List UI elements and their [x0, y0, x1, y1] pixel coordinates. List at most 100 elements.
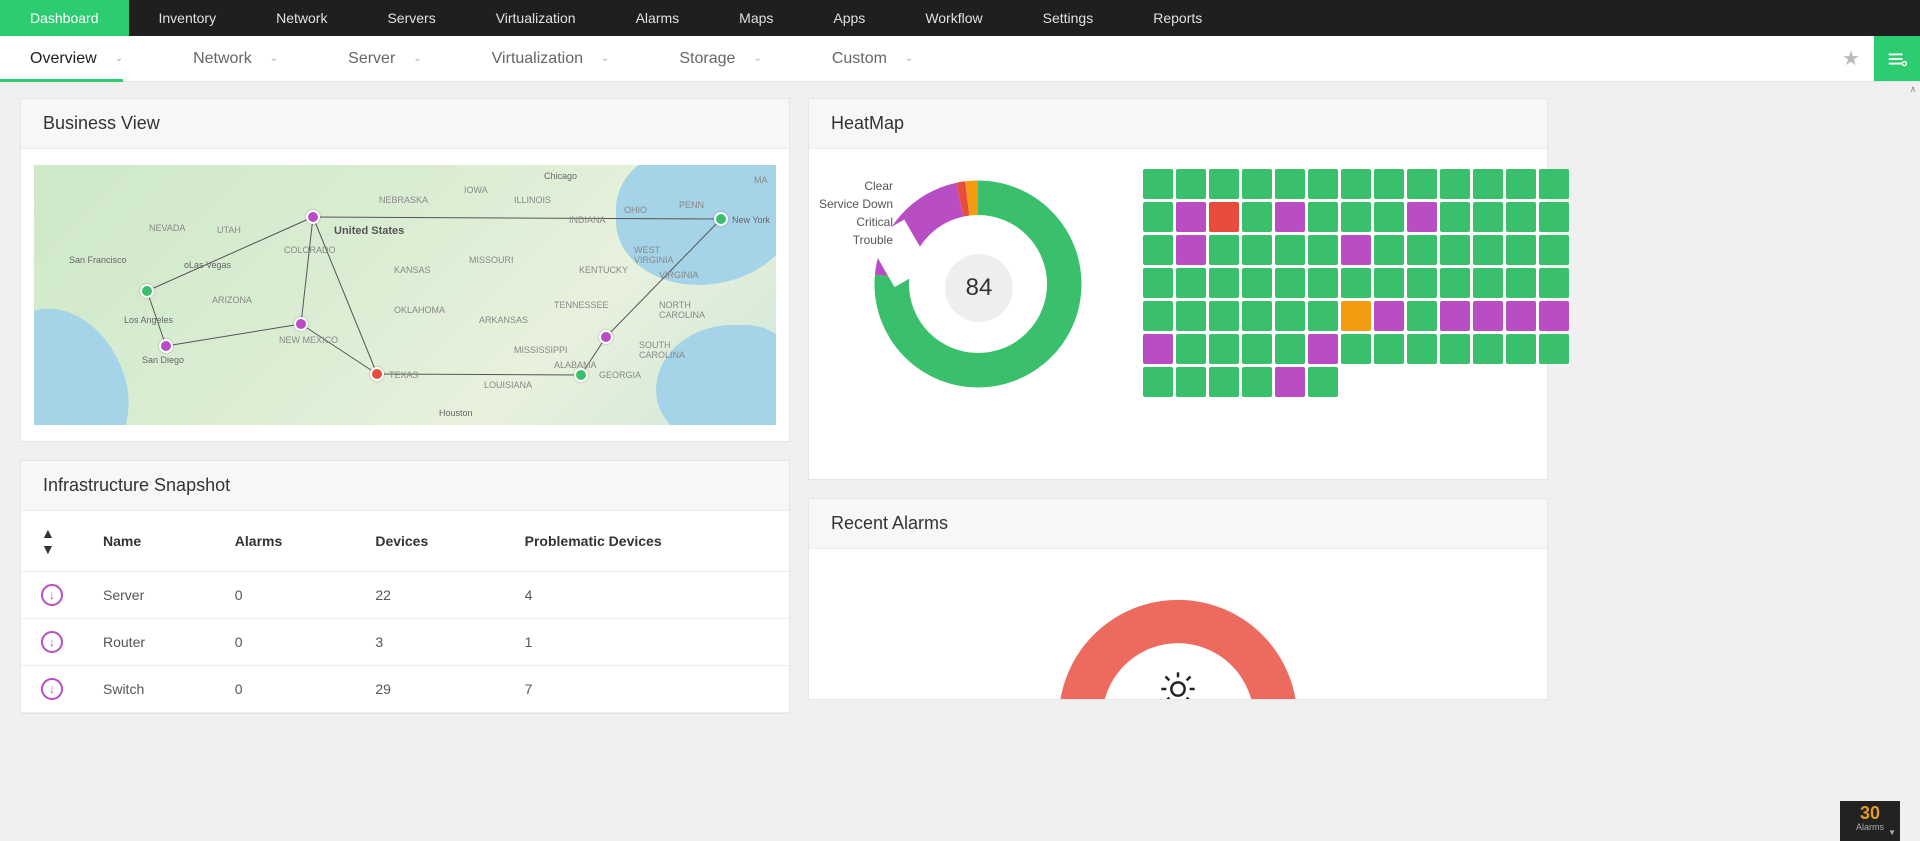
- heat-cell[interactable]: [1407, 268, 1437, 298]
- col-alarms[interactable]: Alarms: [215, 511, 356, 572]
- map-node-san-diego[interactable]: [159, 339, 173, 353]
- table-row[interactable]: ↓Switch0297: [21, 666, 789, 713]
- heat-cell[interactable]: [1209, 301, 1239, 331]
- topnav-item-reports[interactable]: Reports: [1123, 0, 1232, 36]
- heat-cell[interactable]: [1176, 169, 1206, 199]
- heat-cell[interactable]: [1341, 334, 1371, 364]
- heat-cell[interactable]: [1308, 334, 1338, 364]
- subnav-item-server[interactable]: Server⌄: [318, 36, 462, 81]
- heat-cell[interactable]: [1407, 301, 1437, 331]
- heat-cell[interactable]: [1242, 169, 1272, 199]
- heat-cell[interactable]: [1209, 202, 1239, 232]
- map-node-new-york[interactable]: [714, 212, 728, 226]
- subnav-item-network[interactable]: Network⌄: [163, 36, 318, 81]
- heat-cell[interactable]: [1275, 268, 1305, 298]
- topnav-item-alarms[interactable]: Alarms: [606, 0, 710, 36]
- heat-cell[interactable]: [1143, 334, 1173, 364]
- heat-cell[interactable]: [1143, 301, 1173, 331]
- map-node-georgia[interactable]: [574, 368, 588, 382]
- heat-cell[interactable]: [1242, 202, 1272, 232]
- heat-cell[interactable]: [1539, 235, 1569, 265]
- sort-icon[interactable]: ▲▼: [21, 511, 83, 572]
- subnav-item-virtualization[interactable]: Virtualization⌄: [462, 36, 650, 81]
- heat-cell[interactable]: [1407, 202, 1437, 232]
- heat-cell[interactable]: [1341, 268, 1371, 298]
- heat-cell[interactable]: [1440, 334, 1470, 364]
- heat-cell[interactable]: [1242, 367, 1272, 397]
- map-node-denver[interactable]: [306, 210, 320, 224]
- heat-cell[interactable]: [1539, 202, 1569, 232]
- heat-cell[interactable]: [1209, 235, 1239, 265]
- heat-cell[interactable]: [1341, 202, 1371, 232]
- heat-cell[interactable]: [1440, 202, 1470, 232]
- heat-cell[interactable]: [1374, 301, 1404, 331]
- add-widget-button[interactable]: [1874, 36, 1920, 81]
- heat-cell[interactable]: [1341, 169, 1371, 199]
- map-node-texas[interactable]: [370, 367, 384, 381]
- heat-cell[interactable]: [1506, 268, 1536, 298]
- heat-cell[interactable]: [1209, 169, 1239, 199]
- heat-cell[interactable]: [1506, 169, 1536, 199]
- heat-cell[interactable]: [1539, 268, 1569, 298]
- heat-cell[interactable]: [1176, 367, 1206, 397]
- heat-cell[interactable]: [1506, 301, 1536, 331]
- business-view-map[interactable]: United States NEVADA UTAH COLORADO ARIZO…: [34, 165, 776, 425]
- favorite-icon[interactable]: ★: [1828, 36, 1874, 81]
- heat-cell[interactable]: [1143, 367, 1173, 397]
- heat-cell[interactable]: [1275, 202, 1305, 232]
- topnav-item-virtualization[interactable]: Virtualization: [466, 0, 606, 36]
- topnav-item-network[interactable]: Network: [246, 0, 357, 36]
- vertical-scrollbar[interactable]: ∧: [1906, 82, 1920, 841]
- heat-cell[interactable]: [1440, 301, 1470, 331]
- heat-cell[interactable]: [1440, 268, 1470, 298]
- heat-cell[interactable]: [1209, 334, 1239, 364]
- heat-cell[interactable]: [1176, 202, 1206, 232]
- heat-cell[interactable]: [1242, 301, 1272, 331]
- heat-cell[interactable]: [1440, 169, 1470, 199]
- heat-cell[interactable]: [1308, 235, 1338, 265]
- heat-cell[interactable]: [1407, 235, 1437, 265]
- heat-cell[interactable]: [1407, 169, 1437, 199]
- heat-cell[interactable]: [1275, 301, 1305, 331]
- subnav-item-overview[interactable]: Overview⌄: [0, 36, 163, 81]
- heat-cell[interactable]: [1506, 334, 1536, 364]
- heat-cell[interactable]: [1143, 268, 1173, 298]
- map-node-california[interactable]: [140, 284, 154, 298]
- heat-cell[interactable]: [1143, 235, 1173, 265]
- heat-cell[interactable]: [1176, 301, 1206, 331]
- heat-cell[interactable]: [1308, 268, 1338, 298]
- heat-cell[interactable]: [1176, 235, 1206, 265]
- heat-cell[interactable]: [1473, 202, 1503, 232]
- col-problematic[interactable]: Problematic Devices: [505, 511, 789, 572]
- heat-cell[interactable]: [1539, 301, 1569, 331]
- heat-cell[interactable]: [1473, 235, 1503, 265]
- heat-cell[interactable]: [1209, 367, 1239, 397]
- heat-cell[interactable]: [1539, 334, 1569, 364]
- topnav-item-settings[interactable]: Settings: [1013, 0, 1124, 36]
- heat-cell[interactable]: [1275, 235, 1305, 265]
- heat-cell[interactable]: [1341, 301, 1371, 331]
- heat-cell[interactable]: [1176, 268, 1206, 298]
- heat-cell[interactable]: [1341, 235, 1371, 265]
- topnav-item-inventory[interactable]: Inventory: [129, 0, 247, 36]
- heat-cell[interactable]: [1308, 367, 1338, 397]
- subnav-item-custom[interactable]: Custom⌄: [802, 36, 954, 81]
- heat-cell[interactable]: [1374, 169, 1404, 199]
- heat-cell[interactable]: [1242, 334, 1272, 364]
- map-node-south-carolina[interactable]: [599, 330, 613, 344]
- scroll-up-icon[interactable]: ∧: [1906, 82, 1920, 96]
- heat-cell[interactable]: [1440, 235, 1470, 265]
- heat-cell[interactable]: [1473, 268, 1503, 298]
- heat-cell[interactable]: [1308, 301, 1338, 331]
- topnav-item-dashboard[interactable]: Dashboard: [0, 0, 129, 36]
- heat-cell[interactable]: [1506, 235, 1536, 265]
- map-node-new-mexico[interactable]: [294, 317, 308, 331]
- table-row[interactable]: ↓Server0224: [21, 572, 789, 619]
- heat-cell[interactable]: [1275, 367, 1305, 397]
- table-row[interactable]: ↓Router031: [21, 619, 789, 666]
- heat-cell[interactable]: [1209, 268, 1239, 298]
- subnav-item-storage[interactable]: Storage⌄: [649, 36, 801, 81]
- heat-cell[interactable]: [1539, 169, 1569, 199]
- heat-cell[interactable]: [1275, 334, 1305, 364]
- col-name[interactable]: Name: [83, 511, 215, 572]
